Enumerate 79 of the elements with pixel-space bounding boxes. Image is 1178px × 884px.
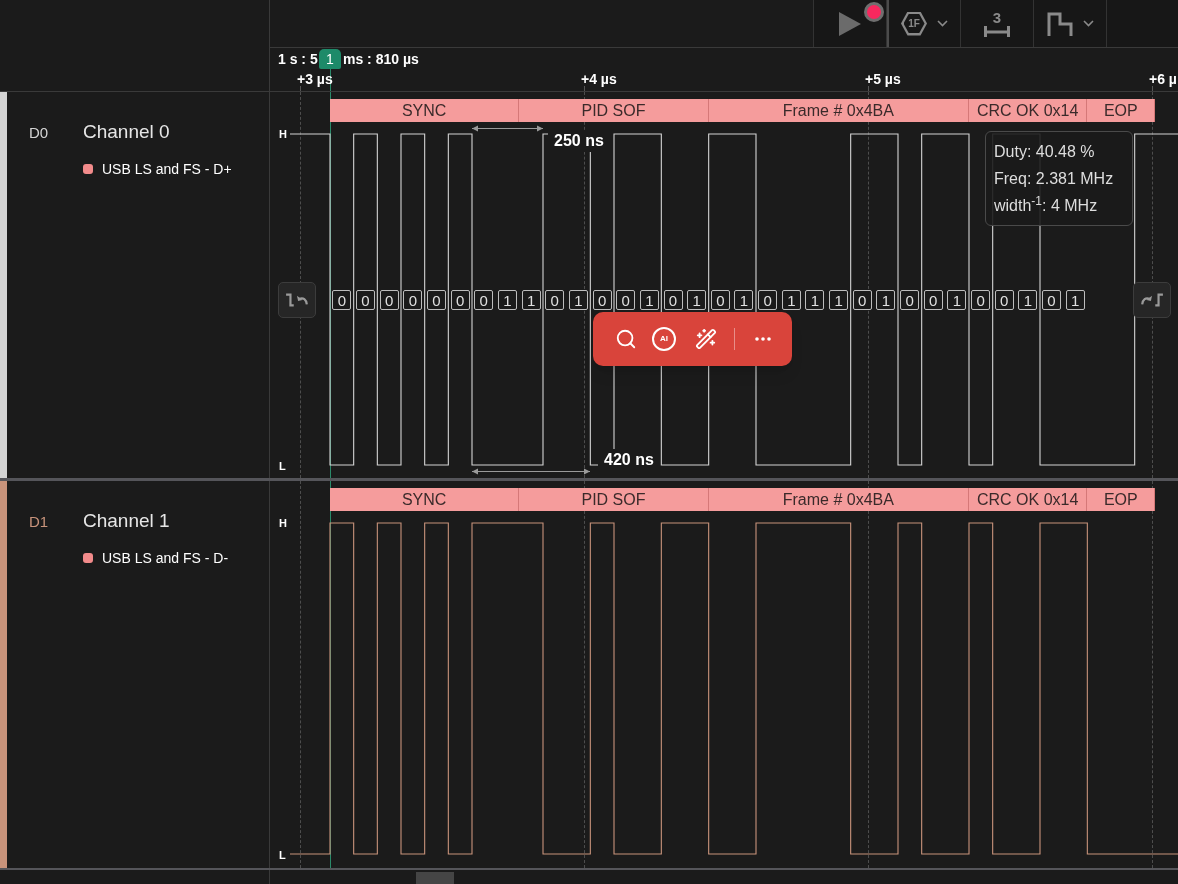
decode-frame[interactable]: PID SOF: [519, 488, 709, 511]
play-button[interactable]: [813, 0, 887, 47]
decode-frame[interactable]: EOP: [1087, 488, 1156, 511]
bit-value: 0: [663, 290, 683, 310]
level-low-label: L: [279, 459, 286, 473]
bit-value: 1: [947, 290, 967, 310]
decode-frame[interactable]: Frame # 0x4BA: [708, 488, 969, 511]
bit-value: 1: [1065, 290, 1085, 310]
level-high-label: H: [279, 516, 287, 530]
bit-value: 1: [521, 290, 541, 310]
bit-value: 1: [687, 290, 707, 310]
next-edge-button[interactable]: [1133, 282, 1171, 318]
play-icon: [839, 11, 861, 36]
bit-value: 0: [923, 290, 943, 310]
bit-value: 0: [1042, 290, 1061, 310]
bit-value: 0: [426, 290, 446, 310]
decode-frame[interactable]: EOP: [1087, 99, 1156, 122]
bit-value: 1: [829, 290, 849, 310]
tooltip-line: width$^{-1}$: 4 MHz: [994, 193, 1099, 216]
channel-id: D1: [29, 512, 50, 532]
channel-name: Channel 0: [83, 120, 170, 144]
bit-value: 0: [545, 290, 565, 310]
search-icon: [615, 328, 637, 350]
channel-name: Channel 1: [83, 509, 170, 533]
decode-frame[interactable]: SYNC: [330, 488, 520, 511]
chevron-down-icon: [937, 20, 948, 27]
chevron-down-icon: [1082, 20, 1094, 27]
timestamp-text: 1 s : 5: [278, 50, 318, 68]
decode-frame[interactable]: CRC OK 0x14: [969, 488, 1088, 511]
bit-value: 1: [497, 290, 517, 310]
bit-value: 0: [356, 290, 375, 310]
more-icon: [755, 337, 771, 341]
channel-id: D0: [29, 123, 50, 143]
bit-value: 1: [805, 290, 825, 310]
level-high-label: H: [279, 127, 287, 141]
bracket-icon: [984, 25, 1010, 37]
bit-value: 1: [568, 290, 588, 310]
bit-value: 1: [734, 290, 754, 310]
bit-value: 0: [616, 290, 636, 310]
bit-value: 1: [781, 290, 801, 310]
previous-edge-button[interactable]: [278, 282, 316, 318]
stepped-outline-icon: [1046, 11, 1073, 36]
search-button[interactable]: [614, 327, 638, 351]
bit-value: 0: [900, 290, 920, 310]
bit-value: 0: [403, 290, 423, 310]
analyzer-label: USB LS and FS - D+: [102, 159, 232, 179]
timestamp-text: ms : 810 µs: [343, 50, 419, 68]
decode-frame[interactable]: SYNC: [330, 99, 520, 122]
bit-value: 0: [474, 290, 494, 310]
marker-flag[interactable]: 1: [319, 49, 341, 69]
bit-value: 0: [710, 290, 730, 310]
magic-wand-icon: [695, 328, 717, 350]
tooltip-line: Duty: 40.48 %: [994, 142, 1096, 162]
time-tick-label: +5 µs: [865, 70, 901, 88]
forward-arrow-rising-edge-icon: [1140, 292, 1164, 308]
falling-edge-back-arrow-icon: [285, 292, 309, 308]
decode-frame[interactable]: PID SOF: [519, 99, 709, 122]
bit-value: 0: [450, 290, 470, 310]
bit-value: 0: [994, 290, 1014, 310]
time-tick-label: +3 µs: [297, 70, 333, 88]
analyzer-label: USB LS and FS - D-: [102, 548, 229, 568]
time-tick-label: +4 µs: [581, 70, 617, 88]
decode-frame[interactable]: Frame # 0x4BA: [708, 99, 969, 122]
bit-value: 0: [971, 290, 991, 310]
bit-value: 1: [1018, 290, 1038, 310]
tooltip-line: Freq: 2.381 MHz: [994, 169, 1115, 189]
time-tick-label: +6 µ: [1149, 70, 1177, 88]
magic-edit-button[interactable]: [694, 327, 718, 351]
bit-value: 1: [639, 290, 659, 310]
decode-frame[interactable]: CRC OK 0x14: [969, 99, 1088, 122]
ai-assistant-button[interactable]: AI: [652, 327, 676, 351]
bit-value: 0: [332, 290, 352, 310]
bit-value: 0: [852, 290, 872, 310]
bit-value: 0: [758, 290, 778, 310]
level-low-label: L: [279, 848, 286, 862]
bit-value: 0: [379, 290, 399, 310]
bit-value: 1: [876, 290, 896, 310]
horizontal-scrollbar-thumb[interactable]: [416, 872, 454, 884]
bit-value: 0: [592, 290, 612, 310]
